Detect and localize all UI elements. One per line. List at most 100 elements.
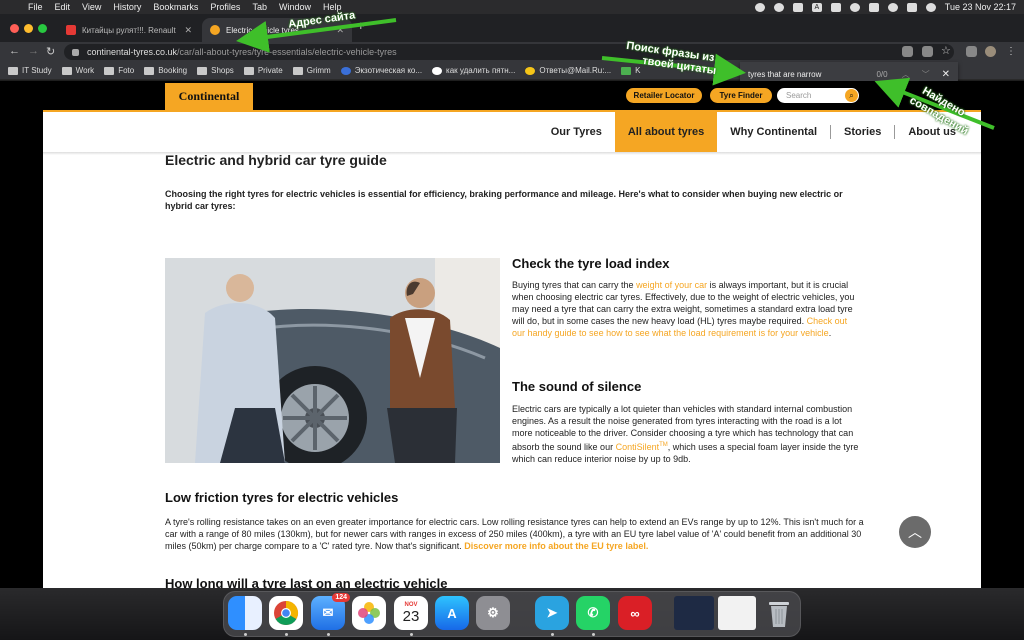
profile-avatar[interactable] [985, 46, 996, 57]
screen-icon[interactable] [792, 2, 803, 12]
bookmark-label: Ответы@Mail.Ru:... [539, 66, 612, 75]
chrome-logo [274, 601, 299, 626]
nav-our-tyres[interactable]: Our Tyres [538, 112, 615, 152]
menu-window[interactable]: Window [279, 2, 311, 12]
recent-window-thumbnail[interactable] [674, 596, 714, 630]
nav-stories[interactable]: Stories [831, 112, 894, 152]
control-center-icon[interactable] [906, 2, 917, 12]
folder-icon [292, 66, 303, 75]
site-search-input[interactable]: Search ⌕ [777, 88, 859, 103]
nav-all-about-tyres[interactable]: All about tyres [614, 112, 718, 152]
continental-logo[interactable]: Continental [165, 83, 253, 110]
mail-unread-badge: 124 [332, 593, 350, 602]
mail-icon[interactable]: ✉ 124 [311, 593, 350, 630]
eu-tyre-label-link[interactable]: Discover more info about the EU tyre lab… [464, 541, 648, 551]
bookmark-foto[interactable]: Foto [104, 66, 134, 75]
whatsapp-icon[interactable]: ✆ [576, 596, 610, 630]
tab-strip: Китайцы рулят!!!. Renault Me... ✕ Electr… [0, 14, 1024, 42]
share-icon[interactable] [922, 46, 933, 57]
calendar-icon[interactable]: NOV 23 [394, 596, 428, 630]
system-preferences-icon[interactable]: ⚙ [476, 596, 510, 630]
clipboard-icon[interactable] [830, 2, 841, 12]
contisilent-link[interactable]: ContiSilent [616, 442, 660, 452]
bookmark-exotic[interactable]: Экзотическая ко... [340, 66, 422, 75]
calendar-day: 23 [402, 607, 420, 625]
close-window-button[interactable] [10, 24, 19, 33]
menu-kebab-icon[interactable]: ⋮ [1006, 46, 1017, 57]
back-icon[interactable]: ← [9, 45, 20, 57]
search-icon[interactable] [887, 2, 898, 12]
menu-tab[interactable]: Tab [252, 2, 267, 12]
bookmark-star-icon[interactable]: ☆ [941, 46, 952, 57]
minimize-window-button[interactable] [24, 24, 33, 33]
search-icon[interactable]: ⌕ [845, 89, 858, 102]
recent-document-thumbnail[interactable] [718, 596, 756, 630]
tab-renault[interactable]: Китайцы рулят!!!. Renault Me... ✕ [58, 18, 200, 42]
running-indicator [551, 633, 554, 636]
nav-why-continental[interactable]: Why Continental [717, 112, 830, 152]
wifi-icon[interactable] [849, 2, 860, 12]
running-indicator [285, 633, 288, 636]
weight-of-your-car-link[interactable]: weight of your car [636, 280, 707, 290]
menu-profiles[interactable]: Profiles [210, 2, 240, 12]
forward-icon[interactable]: → [28, 45, 39, 57]
google-icon [432, 66, 443, 75]
retailer-locator-button[interactable]: Retailer Locator [626, 88, 702, 103]
tab-title: Китайцы рулят!!!. Renault Me... [82, 25, 178, 35]
input-source-icon[interactable]: A [811, 2, 822, 12]
bookmark-grimm[interactable]: Grimm [292, 66, 331, 75]
site-top-bar: Continental Retailer Locator Tyre Finder… [165, 81, 982, 110]
menu-bookmarks[interactable]: Bookmarks [153, 2, 198, 12]
app-store-icon[interactable]: A [435, 596, 469, 630]
find-next-icon[interactable]: ﹀ [922, 69, 930, 80]
address-bar[interactable]: continental-tyres.co.uk/car/all-about-ty… [64, 44, 954, 60]
bookmark-it-study[interactable]: IT Study [8, 66, 52, 75]
creative-cloud-icon[interactable]: ∞ [618, 596, 652, 630]
find-input[interactable]: tyres that are narrow [748, 70, 876, 79]
bookmark-private[interactable]: Private [243, 66, 283, 75]
status-area: A Tue 23 Nov 22:17 [754, 2, 1016, 12]
bookmark-shops[interactable]: Shops [197, 66, 234, 75]
scroll-to-top-button[interactable]: ︿ [899, 516, 931, 548]
close-tab-icon[interactable]: ✕ [336, 25, 344, 36]
section-title-sound: The sound of silence [512, 379, 642, 394]
bookmark-google-stain[interactable]: как удалить пятн... [432, 66, 515, 75]
clock[interactable]: Tue 23 Nov 22:17 [945, 2, 1016, 12]
page-action-icon[interactable] [902, 46, 913, 57]
reload-icon[interactable]: ↻ [46, 45, 55, 58]
close-tab-icon[interactable]: ✕ [184, 25, 192, 36]
folder-icon [197, 66, 208, 75]
gear-icon: ⚙ [487, 605, 499, 620]
browser-toolbar: ← → ↻ continental-tyres.co.uk/car/all-ab… [0, 42, 1024, 62]
finder-icon[interactable] [228, 596, 262, 630]
new-tab-button[interactable]: + [357, 18, 365, 33]
envelope-icon: ✉ [322, 605, 334, 620]
battery-icon[interactable] [868, 2, 879, 12]
chrome-icon[interactable] [269, 596, 303, 630]
find-close-icon[interactable]: ✕ [942, 69, 950, 80]
bookmark-k[interactable]: K [621, 66, 640, 75]
mail-ru-icon [525, 66, 536, 75]
telegram-icon[interactable]: ➤ [535, 596, 569, 630]
extensions-icon[interactable] [966, 46, 977, 57]
find-previous-icon[interactable]: ︿ [902, 69, 910, 80]
photos-icon[interactable] [352, 596, 386, 630]
bookmark-mail-answers[interactable]: Ответы@Mail.Ru:... [525, 66, 611, 75]
section-text-load-index: Buying tyres that can carry the weight o… [512, 279, 857, 339]
bookmark-work[interactable]: Work [61, 66, 94, 75]
creative-cloud-icon[interactable] [754, 2, 765, 12]
sync-icon[interactable] [773, 2, 784, 12]
lock-icon[interactable] [72, 48, 79, 56]
running-indicator [592, 633, 595, 636]
page-content: Our Tyres All about tyres Why Continenta… [43, 110, 981, 588]
zoom-window-button[interactable] [38, 24, 47, 33]
menu-edit[interactable]: Edit [55, 2, 71, 12]
trash-icon[interactable] [762, 596, 796, 630]
menu-view[interactable]: View [82, 2, 101, 12]
siri-icon[interactable] [925, 2, 936, 12]
menu-history[interactable]: History [113, 2, 141, 12]
section-text-low-friction: A tyre's rolling resistance takes on an … [165, 516, 865, 552]
tyre-finder-button[interactable]: Tyre Finder [710, 88, 772, 103]
macos-menubar: Chrome File Edit View History Bookmarks … [0, 0, 1024, 29]
bookmark-booking[interactable]: Booking [144, 66, 187, 75]
